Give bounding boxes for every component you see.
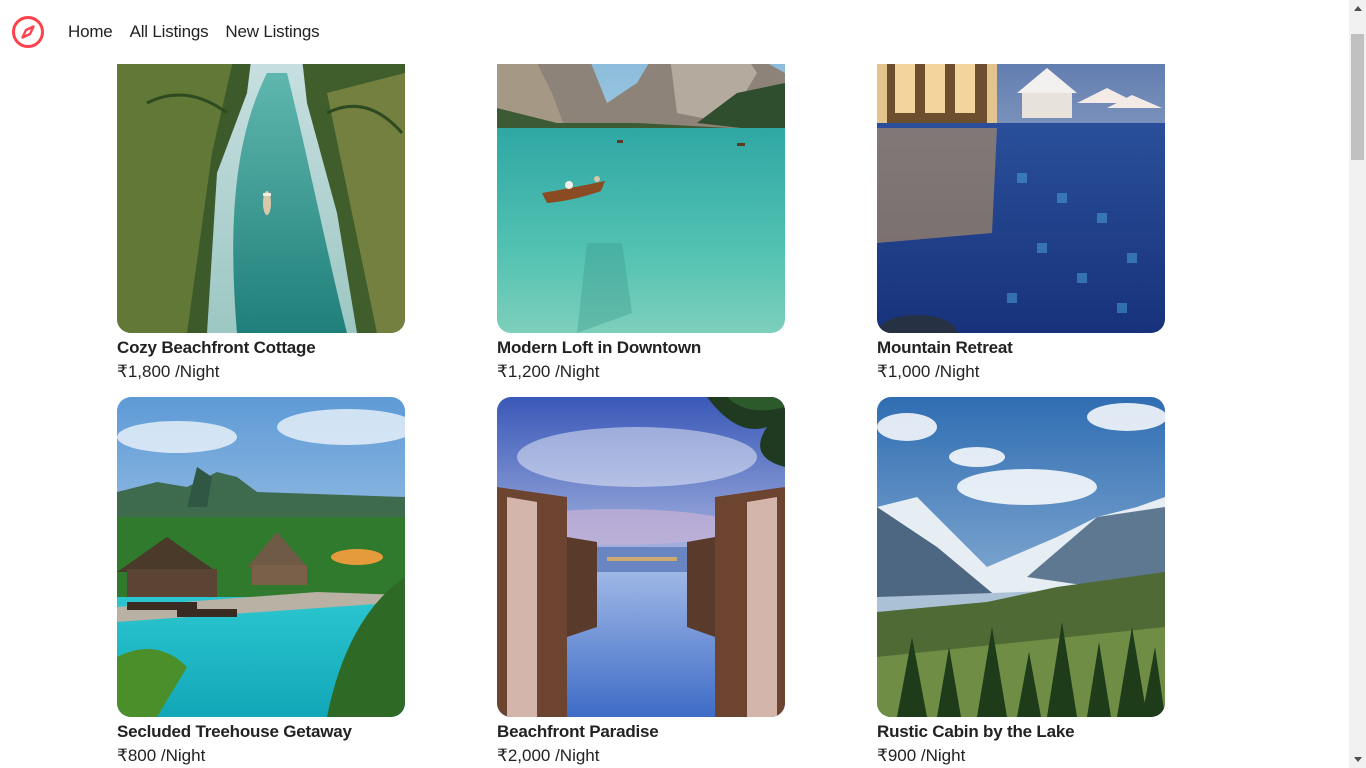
scroll-up-arrow-icon[interactable] [1349, 0, 1366, 17]
vertical-scrollbar[interactable] [1349, 0, 1366, 768]
jungle-resort-pool-image [117, 397, 405, 717]
infinity-pool-image [497, 397, 785, 717]
listing-title[interactable]: Modern Loft in Downtown [497, 336, 785, 360]
listing-title[interactable]: Beachfront Paradise [497, 720, 785, 744]
listing-image[interactable] [497, 397, 785, 717]
listing-card[interactable]: Secluded Treehouse Getaway ₹800 /Night [117, 397, 405, 768]
listing-title[interactable]: Mountain Retreat [877, 336, 1165, 360]
listing-price: ₹1,800 /Night [117, 362, 220, 381]
nav-links: Home All Listings New Listings [68, 20, 320, 44]
listing-price: ₹800 /Night [117, 746, 206, 765]
listing-price: ₹1,000 /Night [877, 362, 980, 381]
listing-card[interactable]: Mountain Retreat ₹1,000 /Night [877, 13, 1165, 384]
compass-icon[interactable] [11, 15, 45, 49]
listing-card[interactable]: Beachfront Paradise ₹2,000 /Night [497, 397, 785, 768]
listing-image[interactable] [117, 397, 405, 717]
mountain-valley-image [877, 397, 1165, 717]
listing-title[interactable]: Rustic Cabin by the Lake [877, 720, 1165, 744]
listing-price: ₹2,000 /Night [497, 746, 600, 765]
listing-title[interactable]: Secluded Treehouse Getaway [117, 720, 405, 744]
listings-grid: Cozy Beachfront Cottage ₹1,800 /Night Mo… [0, 0, 1349, 768]
listing-price: ₹1,200 /Night [497, 362, 600, 381]
nav-link-new-listings[interactable]: New Listings [225, 20, 319, 44]
nav-link-all-listings[interactable]: All Listings [130, 20, 209, 44]
scrollbar-thumb[interactable] [1351, 34, 1364, 160]
listing-price: ₹900 /Night [877, 746, 966, 765]
listing-image[interactable] [877, 397, 1165, 717]
listing-card[interactable]: Rustic Cabin by the Lake ₹900 /Night [877, 397, 1165, 768]
listing-title[interactable]: Cozy Beachfront Cottage [117, 336, 405, 360]
listing-card[interactable]: Cozy Beachfront Cottage ₹1,800 /Night [117, 13, 405, 384]
scroll-down-arrow-icon[interactable] [1349, 751, 1366, 768]
nav-link-home[interactable]: Home [68, 20, 113, 44]
navbar: Home All Listings New Listings [0, 0, 1349, 64]
listing-card[interactable]: Modern Loft in Downtown ₹1,200 /Night [497, 13, 785, 384]
